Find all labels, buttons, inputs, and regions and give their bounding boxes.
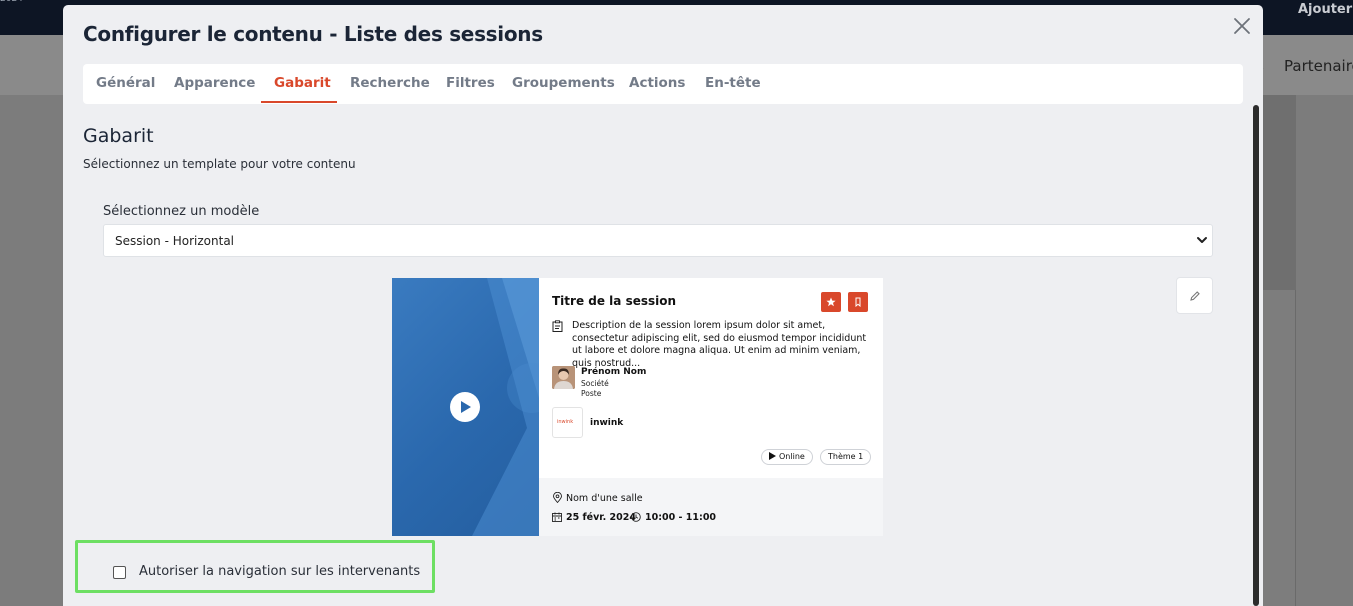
tab-bar: Général Apparence Gabarit Recherche Filt… [83, 64, 1243, 104]
room-name: Nom d'une salle [566, 493, 643, 504]
close-button[interactable] [1231, 15, 1253, 37]
template-select-label: Sélectionnez un modèle [103, 204, 260, 219]
background-panel [1263, 95, 1296, 290]
year-fragment: 2024 [0, 0, 23, 4]
star-icon [826, 297, 836, 307]
tab-actions[interactable]: Actions [629, 75, 685, 91]
template-select[interactable]: Session - Horizontal [103, 224, 1213, 257]
session-title: Titre de la session [552, 294, 677, 308]
tag-online-label: Online [779, 452, 805, 461]
section-title: Gabarit [83, 125, 154, 147]
favorite-button[interactable] [821, 292, 841, 312]
session-media [392, 278, 539, 536]
tab-appearance[interactable]: Apparence [174, 75, 255, 91]
location-pin-icon [553, 492, 562, 503]
modal-scrollbar[interactable] [1253, 105, 1259, 606]
background-panel-lower [1263, 290, 1296, 606]
bookmark-icon [855, 297, 861, 307]
play-button[interactable] [450, 392, 480, 422]
play-small-icon [769, 452, 776, 460]
session-time: 10:00 - 11:00 [645, 512, 717, 523]
speaker-navigation-checkbox[interactable] [113, 566, 126, 579]
section-subtitle: Sélectionnez un template pour votre cont… [83, 157, 356, 171]
company-logo: inwink [552, 407, 583, 438]
edit-template-button[interactable] [1176, 277, 1213, 314]
session-description: Description de la session lorem ipsum do… [572, 320, 867, 369]
company-name: inwink [590, 418, 624, 428]
active-tab-indicator [261, 101, 337, 103]
tab-template[interactable]: Gabarit [274, 75, 331, 91]
speaker-avatar [552, 366, 575, 389]
modal-title: Configurer le contenu - Liste des sessio… [83, 22, 543, 46]
tab-search[interactable]: Recherche [350, 75, 430, 91]
tag-theme: Thème 1 [820, 449, 872, 465]
speaker-position: Poste [581, 389, 602, 398]
session-card-footer: Nom d'une salle 25 févr. 2024 10:00 - 11… [539, 478, 883, 536]
tab-header[interactable]: En-tête [705, 75, 761, 91]
tab-groupings[interactable]: Groupements [512, 75, 615, 91]
avatar-image [552, 366, 575, 389]
nav-partners-link[interactable]: Partenaire [1284, 57, 1353, 75]
session-card-body: Titre de la session Description de la se… [539, 278, 883, 536]
tag-online: Online [761, 449, 813, 465]
play-icon [461, 401, 471, 413]
template-select-value: Session - Horizontal [115, 234, 235, 248]
tab-filters[interactable]: Filtres [446, 75, 495, 91]
chevron-down-icon [1197, 237, 1207, 243]
tag-theme-label: Thème 1 [828, 452, 864, 461]
tab-general[interactable]: Général [96, 75, 155, 91]
company-logo-text: inwink [557, 419, 574, 425]
speaker-navigation-option: Autoriser la navigation sur les interven… [75, 540, 435, 593]
session-preview-card: Titre de la session Description de la se… [392, 278, 883, 536]
clipboard-icon [552, 320, 563, 332]
calendar-icon [552, 512, 562, 522]
pencil-icon [1190, 291, 1200, 301]
speaker-company: Société [581, 379, 609, 388]
configure-content-modal: Configurer le contenu - Liste des sessio… [63, 5, 1263, 606]
session-date: 25 févr. 2024 [566, 512, 636, 523]
speaker-name: Prénom Nom [581, 367, 647, 377]
speaker-navigation-label[interactable]: Autoriser la navigation sur les interven… [139, 564, 420, 579]
bookmark-button[interactable] [848, 292, 868, 312]
clock-icon [631, 512, 641, 522]
add-button[interactable]: Ajouter u [1298, 2, 1353, 17]
close-icon [1234, 18, 1250, 34]
